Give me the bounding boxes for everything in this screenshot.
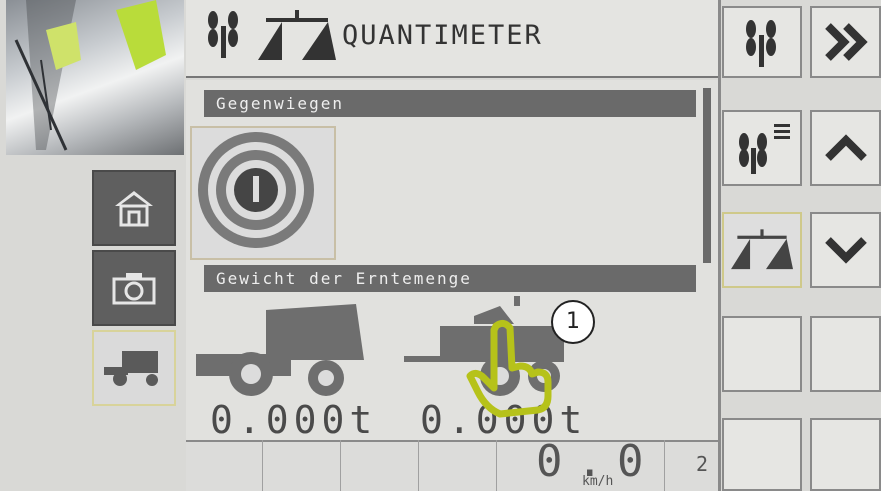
grain-list-button[interactable] xyxy=(722,110,802,186)
tab-camera[interactable] xyxy=(92,250,176,326)
combine-harvester-icon xyxy=(196,304,364,396)
empty-button-1[interactable] xyxy=(722,316,802,392)
camera-preview[interactable] xyxy=(6,0,184,155)
scale-icon xyxy=(258,10,336,60)
empty-button-3[interactable] xyxy=(722,418,802,491)
touch-hand-icon xyxy=(466,319,552,418)
scrollbar[interactable] xyxy=(703,88,711,263)
combine-harvester-icon xyxy=(104,351,158,386)
next-page-button[interactable] xyxy=(810,6,881,78)
quantimeter-button[interactable] xyxy=(722,212,802,288)
section-tare-header: Gegenwiegen xyxy=(204,90,696,117)
tare-button[interactable] xyxy=(190,126,336,260)
section-weight-header: Gewicht der Erntemenge xyxy=(204,265,696,292)
camera-icon xyxy=(112,273,156,305)
combine-weight-value: 0.000t xyxy=(210,398,378,442)
tab-home[interactable] xyxy=(92,170,176,246)
grain-list-icon xyxy=(739,124,790,174)
speed-unit: km/h xyxy=(582,474,614,489)
grain-icon xyxy=(208,11,238,58)
double-chevron-right-icon xyxy=(824,23,868,61)
empty-button-2[interactable] xyxy=(810,316,881,392)
power-toggle-icon xyxy=(198,132,314,248)
chevron-up-icon xyxy=(824,134,867,161)
home-icon xyxy=(115,191,153,227)
grain-button[interactable] xyxy=(722,6,802,78)
empty-button-4[interactable] xyxy=(810,418,881,491)
scroll-down-button[interactable] xyxy=(810,212,881,288)
scroll-up-button[interactable] xyxy=(810,110,881,186)
gear-indicator: 2 xyxy=(696,452,709,476)
callout-marker: 1 xyxy=(551,300,595,344)
scale-icon xyxy=(731,229,793,270)
grain-icon xyxy=(746,20,776,67)
page-title: QUANTIMETER xyxy=(342,20,543,51)
chevron-down-icon xyxy=(824,237,867,264)
tab-harvester[interactable] xyxy=(92,330,176,406)
